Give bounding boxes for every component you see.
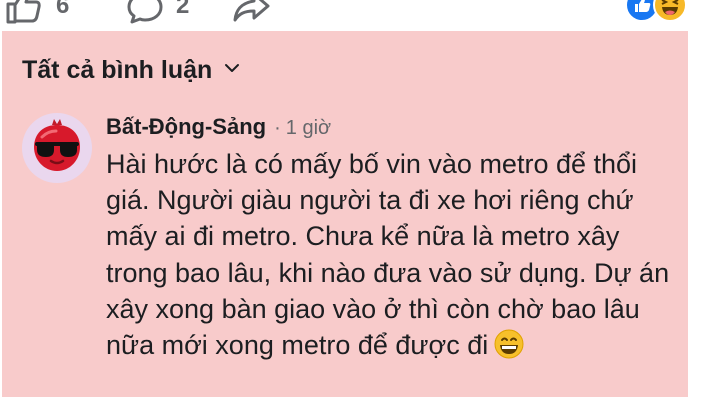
comment-body: Hài hước là có mấy bố vin vào metro để t… [106, 146, 684, 363]
comment-count: 2 [176, 0, 190, 19]
like-button[interactable]: 6 [4, 0, 69, 24]
sort-label: Tất cả bình luận [22, 55, 213, 84]
chevron-down-icon [224, 61, 240, 79]
comment-button[interactable]: 2 [126, 0, 189, 24]
haha-reaction-icon [653, 0, 687, 22]
comment-author[interactable]: Bất-Động-Sảng [106, 114, 266, 140]
comment-header: Bất-Động-Sảng · 1 giờ [106, 114, 331, 144]
share-arrow-icon [232, 0, 272, 24]
comment-sort-dropdown[interactable]: Tất cả bình luận [22, 54, 240, 86]
thumbs-up-icon [4, 0, 44, 24]
reaction-summary[interactable] [625, 0, 691, 22]
comment-text: Hài hước là có mấy bố vin vào metro để t… [106, 149, 670, 361]
grinning-face-emoji [494, 329, 524, 359]
comment-timestamp[interactable]: 1 giờ [286, 117, 331, 140]
avatar[interactable] [22, 113, 92, 183]
comment-bubble-icon [126, 0, 164, 24]
post-action-bar: 6 2 [0, 0, 705, 28]
share-button[interactable] [232, 0, 272, 24]
meta-separator: · [274, 117, 281, 139]
like-count: 6 [56, 0, 70, 19]
scroll-edge [688, 28, 705, 397]
